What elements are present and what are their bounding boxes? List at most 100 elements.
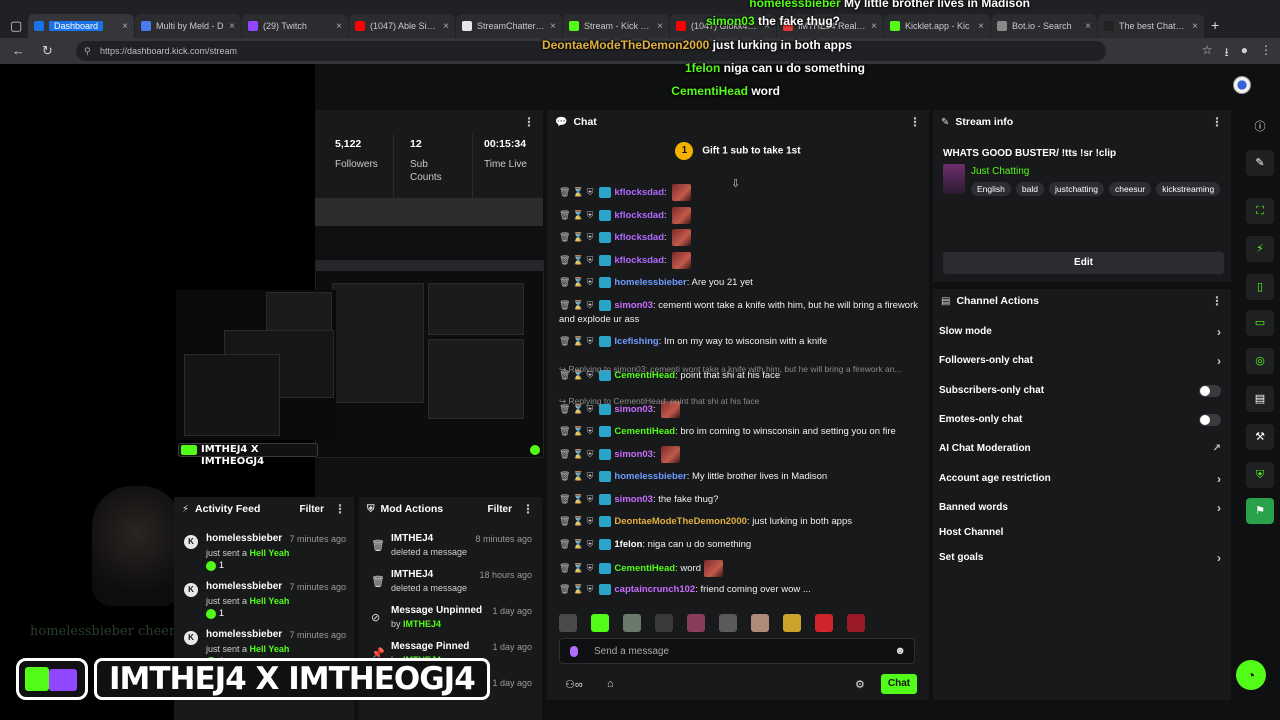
- emote-item[interactable]: [751, 614, 769, 632]
- chat-username[interactable]: simon03: [614, 300, 653, 311]
- mod-tools-icon[interactable]: 🗑 ⌛ ⛨: [559, 516, 593, 526]
- chat-username[interactable]: CementiHead: [614, 426, 675, 437]
- mod-tools-icon[interactable]: 🗑 ⌛ ⛨: [559, 471, 593, 481]
- activity-item[interactable]: Khomelessbieber 7 minutes ago just sent a …: [174, 529, 354, 577]
- close-icon[interactable]: ×: [336, 21, 342, 32]
- layers-icon[interactable]: ▤: [1246, 386, 1274, 412]
- close-icon[interactable]: ×: [122, 21, 128, 32]
- profile-icon[interactable]: ●: [1241, 43, 1248, 64]
- support-chat-icon[interactable]: ◔: [1236, 660, 1266, 690]
- stream-tag[interactable]: justchatting: [1048, 182, 1104, 196]
- mod-action-item[interactable]: 🗑 IMTHEJ4 8 minutes ago deleted a message: [359, 531, 542, 567]
- stream-tag[interactable]: cheesur: [1108, 182, 1152, 196]
- more-options-icon[interactable]: ⋮: [334, 502, 346, 516]
- chat-username[interactable]: simon03: [614, 494, 653, 505]
- chat-message[interactable]: 🗑 ⌛ ⛨ CementiHead: word: [559, 560, 921, 577]
- wrench-icon[interactable]: ⚒: [1246, 424, 1274, 450]
- emoji-icon[interactable]: ☻: [894, 645, 906, 657]
- back-icon[interactable]: ←: [12, 43, 25, 58]
- mod-tools-icon[interactable]: 🗑 ⌛ ⛨: [559, 277, 593, 287]
- flag-icon[interactable]: ⚑: [1246, 498, 1274, 524]
- emote-item[interactable]: [719, 614, 737, 632]
- mod-tools-icon[interactable]: 🗑 ⌛ ⛨: [559, 210, 593, 220]
- browser-tab[interactable]: Dashboard ×: [28, 14, 134, 38]
- gift-sub-banner[interactable]: 1 Gift 1 sub to take 1st: [547, 142, 929, 160]
- emote-item[interactable]: [815, 614, 833, 632]
- emote-item[interactable]: [783, 614, 801, 632]
- chat-message[interactable]: 🗑 ⌛ ⛨ CementiHead: bro im coming to winsc…: [559, 424, 921, 439]
- mod-action-item[interactable]: 🗑 IMTHEJ4 18 hours ago deleted a message: [359, 567, 542, 603]
- store-icon[interactable]: ⌂: [607, 678, 614, 690]
- chat-message[interactable]: 🗑 ⌛ ⛨ captaincrunch102: friend coming ove…: [559, 582, 921, 597]
- close-icon[interactable]: ×: [1192, 21, 1198, 32]
- emote-item[interactable]: [623, 614, 641, 632]
- channel-action-row[interactable]: Account age restriction ›: [939, 466, 1229, 492]
- crop-icon[interactable]: ⛶: [1246, 198, 1274, 224]
- chat-message[interactable]: 🗑 ⌛ ⛨ kflocksdad:: [559, 252, 921, 269]
- chat-username[interactable]: kflocksdad: [614, 210, 664, 221]
- bolt-icon[interactable]: ⚡: [1246, 236, 1274, 262]
- chat-message[interactable]: 🗑 ⌛ ⛨ kflocksdad:: [559, 184, 921, 201]
- more-options-icon[interactable]: ⋮: [909, 115, 921, 129]
- close-icon[interactable]: ×: [1085, 21, 1091, 32]
- stream-tag[interactable]: bald: [1015, 182, 1044, 196]
- browser-tab[interactable]: (1047) Able Sister ×: [349, 14, 455, 38]
- toggle-switch[interactable]: [1199, 414, 1221, 426]
- mod-tools-icon[interactable]: 🗑 ⌛ ⛨: [559, 539, 593, 549]
- shield-icon[interactable]: ⛨: [1246, 462, 1274, 488]
- channel-action-row[interactable]: AI Chat Moderation ↗: [939, 436, 1229, 462]
- star-icon[interactable]: ☆: [1202, 43, 1213, 64]
- document-icon[interactable]: ▯: [1246, 274, 1274, 300]
- channel-action-row[interactable]: Followers-only chat ›: [939, 348, 1229, 374]
- channel-action-row[interactable]: Subscribers-only chat: [939, 378, 1229, 404]
- chat-message[interactable]: 🗑 ⌛ ⛨ homelessbieber: Are you 21 yet: [559, 275, 921, 290]
- chat-username[interactable]: simon03: [614, 449, 653, 460]
- toggle-switch[interactable]: [1199, 385, 1221, 397]
- channel-action-row[interactable]: Banned words ›: [939, 495, 1229, 521]
- activity-filter-button[interactable]: Filter: [300, 504, 324, 515]
- chat-message[interactable]: 🗑 ⌛ ⛨ homelessbieber: My little brother l…: [559, 469, 921, 484]
- chat-message[interactable]: 🗑 ⌛ ⛨ 1felon: niga can u do something: [559, 537, 921, 552]
- channel-action-row[interactable]: Slow mode ›: [939, 319, 1229, 345]
- chat-message[interactable]: 🗑 ⌛ ⛨ kflocksdad:: [559, 207, 921, 224]
- menu-icon[interactable]: ⋮: [1260, 43, 1272, 64]
- more-options-icon[interactable]: ⋮: [522, 502, 534, 516]
- download-icon[interactable]: ⭳: [1225, 43, 1229, 64]
- chat-message[interactable]: 🗑 ⌛ ⛨ simon03: cementi wont take a knife …: [559, 298, 921, 327]
- chat-username[interactable]: captaincrunch102: [614, 584, 695, 595]
- chat-username[interactable]: kflocksdad: [614, 187, 664, 198]
- mod-tools-icon[interactable]: 🗑 ⌛ ⛨: [559, 426, 593, 436]
- close-icon[interactable]: ×: [443, 21, 449, 32]
- settings-icon[interactable]: ⚙: [855, 678, 865, 691]
- broadcast-icon[interactable]: ◎: [1246, 348, 1274, 374]
- browser-tab[interactable]: (29) Twitch ×: [242, 14, 348, 38]
- mod-tools-icon[interactable]: 🗑 ⌛ ⛨: [559, 584, 593, 594]
- edit-stream-button[interactable]: Edit: [943, 252, 1224, 274]
- mod-tools-icon[interactable]: 🗑 ⌛ ⛨: [559, 336, 593, 346]
- chat-message[interactable]: 🗑 ⌛ ⛨ DeontaeModeTheDemon2000: just lurki…: [559, 514, 921, 529]
- more-options-icon[interactable]: ⋮: [523, 115, 535, 129]
- more-options-icon[interactable]: ⋮: [1211, 294, 1223, 308]
- mod-tools-icon[interactable]: 🗑 ⌛ ⛨: [559, 255, 593, 265]
- close-icon[interactable]: ×: [229, 21, 235, 32]
- chat-message[interactable]: 🗑 ⌛ ⛨ simon03:: [559, 446, 921, 463]
- mod-filter-button[interactable]: Filter: [488, 504, 512, 515]
- stream-tag[interactable]: English: [971, 182, 1011, 196]
- chat-users-icon[interactable]: ⚇∞: [565, 678, 583, 691]
- chat-message[interactable]: 🗑 ⌛ ⛨ simon03: the fake thug?: [559, 492, 921, 507]
- new-tab-icon[interactable]: +: [1211, 14, 1219, 38]
- stream-category[interactable]: Just Chatting: [971, 166, 1029, 177]
- mod-tools-icon[interactable]: 🗑 ⌛ ⛨: [559, 232, 593, 242]
- more-options-icon[interactable]: ⋮: [1211, 115, 1223, 129]
- channel-action-row[interactable]: Set goals ›: [939, 545, 1229, 571]
- reload-icon[interactable]: ↻: [42, 43, 53, 59]
- chat-input[interactable]: Send a message ☻: [559, 638, 915, 664]
- chat-username[interactable]: DeontaeModeTheDemon2000: [614, 516, 747, 527]
- chat-username[interactable]: Icefishing: [614, 336, 658, 347]
- emote-item[interactable]: [687, 614, 705, 632]
- chat-username[interactable]: 1felon: [614, 539, 642, 550]
- pencil-icon[interactable]: ✎: [1246, 150, 1274, 176]
- mod-tools-icon[interactable]: 🗑 ⌛ ⛨: [559, 300, 593, 310]
- mod-tools-icon[interactable]: 🗑 ⌛ ⛨: [559, 563, 593, 573]
- channel-action-row[interactable]: Emotes-only chat: [939, 407, 1229, 433]
